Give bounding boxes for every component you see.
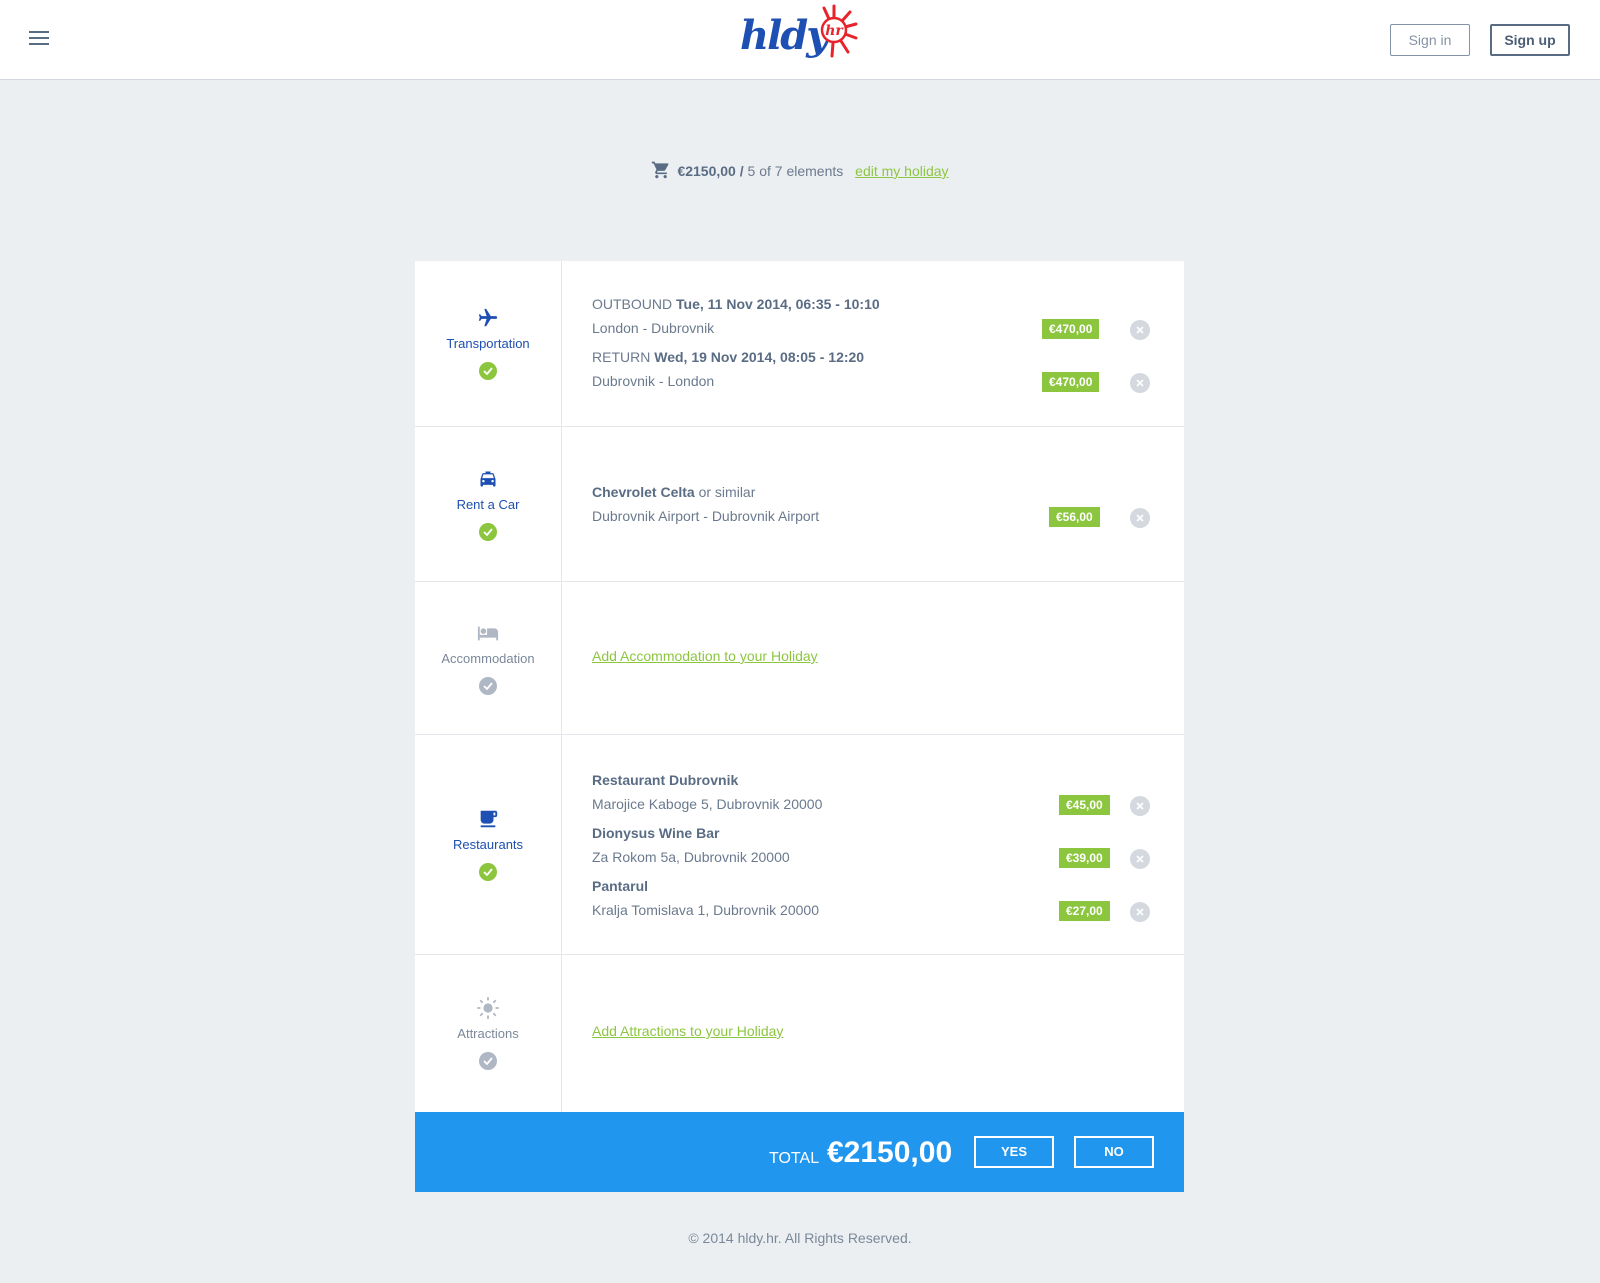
restaurant-price-badge: €27,00 xyxy=(1059,901,1110,921)
cart-separator: / xyxy=(735,163,748,179)
sign-up-button[interactable]: Sign up xyxy=(1490,24,1570,56)
restaurant-item: Dionysus Wine Bar Za Rokom 5a, Dubrovnik… xyxy=(592,821,790,869)
outbound-prefix: OUTBOUND xyxy=(592,296,673,312)
restaurant-item: Pantarul Kralja Tomislava 1, Dubrovnik 2… xyxy=(592,874,819,922)
restaurant-address: Kralja Tomislava 1, Dubrovnik 20000 xyxy=(592,902,819,918)
logo-sun-icon: hr xyxy=(820,4,858,58)
accommodation-row: Accommodation Add Accommodation to your … xyxy=(415,582,1184,735)
car-route: Dubrovnik Airport - Dubrovnik Airport xyxy=(592,508,820,524)
attractions-row: Attractions Add Attractions to your Holi… xyxy=(415,955,1184,1112)
car-item: Chevrolet Celta or similar Dubrovnik Air… xyxy=(592,480,819,528)
outbound-date: Tue, 11 Nov 2014, 06:35 - 10:10 xyxy=(676,296,880,312)
return-date: Wed, 19 Nov 2014, 08:05 - 12:20 xyxy=(654,349,865,365)
attractions-category: Attractions xyxy=(415,955,562,1112)
car-model: Chevrolet Celta xyxy=(592,484,695,500)
remove-restaurant-icon[interactable] xyxy=(1130,849,1150,869)
restaurant-address: Marojice Kaboge 5, Dubrovnik 20000 xyxy=(592,796,823,812)
attractions-label: Attractions xyxy=(457,1026,519,1041)
taxi-icon xyxy=(478,468,498,490)
remove-return-icon[interactable] xyxy=(1130,373,1150,393)
accommodation-label: Accommodation xyxy=(441,650,535,666)
hamburger-menu-icon[interactable] xyxy=(29,31,49,49)
cart-element-count: 5 of 7 elements xyxy=(747,163,844,179)
rent-a-car-row: Rent a Car Chevrolet Celta or similar Du… xyxy=(415,427,1184,582)
return-price-badge: €470,00 xyxy=(1042,372,1100,392)
check-complete-icon xyxy=(479,362,497,380)
restaurant-address: Za Rokom 5a, Dubrovnik 20000 xyxy=(592,849,790,865)
no-button[interactable]: NO xyxy=(1074,1136,1154,1168)
car-price-badge: €56,00 xyxy=(1049,507,1100,527)
restaurant-name: Restaurant Dubrovnik xyxy=(592,772,739,788)
restaurants-label: Restaurants xyxy=(452,837,524,852)
outbound-flight: OUTBOUND Tue, 11 Nov 2014, 06:35 - 10:10… xyxy=(592,292,880,340)
add-attractions-link[interactable]: Add Attractions to your Holiday xyxy=(592,1023,783,1039)
shopping-cart-icon xyxy=(652,161,669,179)
car-model-suffix: or similar xyxy=(694,484,756,500)
return-route: Dubrovnik - London xyxy=(592,373,715,389)
restaurant-price-badge: €39,00 xyxy=(1059,848,1110,868)
transportation-row: Transportation OUTBOUND Tue, 11 Nov 2014… xyxy=(415,261,1184,427)
outbound-route: London - Dubrovnik xyxy=(592,320,715,336)
transportation-content: OUTBOUND Tue, 11 Nov 2014, 06:35 - 10:10… xyxy=(562,261,1184,426)
attractions-content: Add Attractions to your Holiday xyxy=(562,955,1184,1112)
restaurants-row: Restaurants Restaurant Dubrovnik Marojic… xyxy=(415,735,1184,955)
total-value: €2150,00 xyxy=(827,1136,953,1169)
restaurant-name: Dionysus Wine Bar xyxy=(592,825,720,841)
check-complete-icon xyxy=(479,863,497,881)
accommodation-content: Add Accommodation to your Holiday xyxy=(562,582,1184,734)
footer-copyright: © 2014 hldy.hr. All Rights Reserved. xyxy=(688,1230,912,1246)
transportation-category: Transportation xyxy=(415,261,562,426)
site-logo[interactable]: hldy hr xyxy=(736,0,866,76)
restaurants-content: Restaurant Dubrovnik Marojice Kaboge 5, … xyxy=(562,735,1184,954)
outbound-price-badge: €470,00 xyxy=(1042,319,1100,339)
restaurant-item: Restaurant Dubrovnik Marojice Kaboge 5, … xyxy=(592,768,822,816)
edit-holiday-link[interactable]: edit my holiday xyxy=(855,163,948,179)
accommodation-category: Accommodation xyxy=(415,582,562,734)
sun-icon xyxy=(477,997,499,1019)
total-label: TOTAL xyxy=(769,1150,820,1167)
rent-a-car-content: Chevrolet Celta or similar Dubrovnik Air… xyxy=(562,427,1184,581)
restaurants-category: Restaurants xyxy=(415,735,562,954)
remove-outbound-icon[interactable] xyxy=(1130,320,1150,340)
check-incomplete-icon xyxy=(479,1052,497,1070)
remove-car-icon[interactable] xyxy=(1130,508,1150,528)
add-accommodation-link[interactable]: Add Accommodation to your Holiday xyxy=(592,648,818,664)
cart-summary: €2150,00 / 5 of 7 elements edit my holid… xyxy=(0,160,1600,180)
transportation-label: Transportation xyxy=(446,336,530,351)
sign-in-button[interactable]: Sign in xyxy=(1390,24,1470,56)
yes-button[interactable]: YES xyxy=(974,1136,1054,1168)
coffee-cup-icon xyxy=(477,808,499,830)
logo-badge: hr xyxy=(825,23,844,39)
rent-a-car-label: Rent a Car xyxy=(456,496,520,512)
cart-amount: €2150,00 xyxy=(677,163,736,179)
airplane-icon xyxy=(477,307,499,329)
remove-restaurant-icon[interactable] xyxy=(1130,796,1150,816)
rent-a-car-category: Rent a Car xyxy=(415,427,562,581)
holiday-summary-card: Transportation OUTBOUND Tue, 11 Nov 2014… xyxy=(415,261,1184,1112)
check-incomplete-icon xyxy=(479,676,497,695)
bed-icon xyxy=(477,622,499,644)
return-prefix: RETURN xyxy=(592,349,651,365)
total-bar: TOTAL €2150,00 YES NO xyxy=(415,1112,1184,1192)
restaurant-name: Pantarul xyxy=(592,878,649,894)
remove-restaurant-icon[interactable] xyxy=(1130,902,1150,922)
return-flight: RETURN Wed, 19 Nov 2014, 08:05 - 12:20 D… xyxy=(592,345,864,393)
restaurant-price-badge: €45,00 xyxy=(1059,795,1110,815)
top-bar: hldy hr Sign in Sign up xyxy=(0,0,1600,80)
check-complete-icon xyxy=(479,522,497,541)
